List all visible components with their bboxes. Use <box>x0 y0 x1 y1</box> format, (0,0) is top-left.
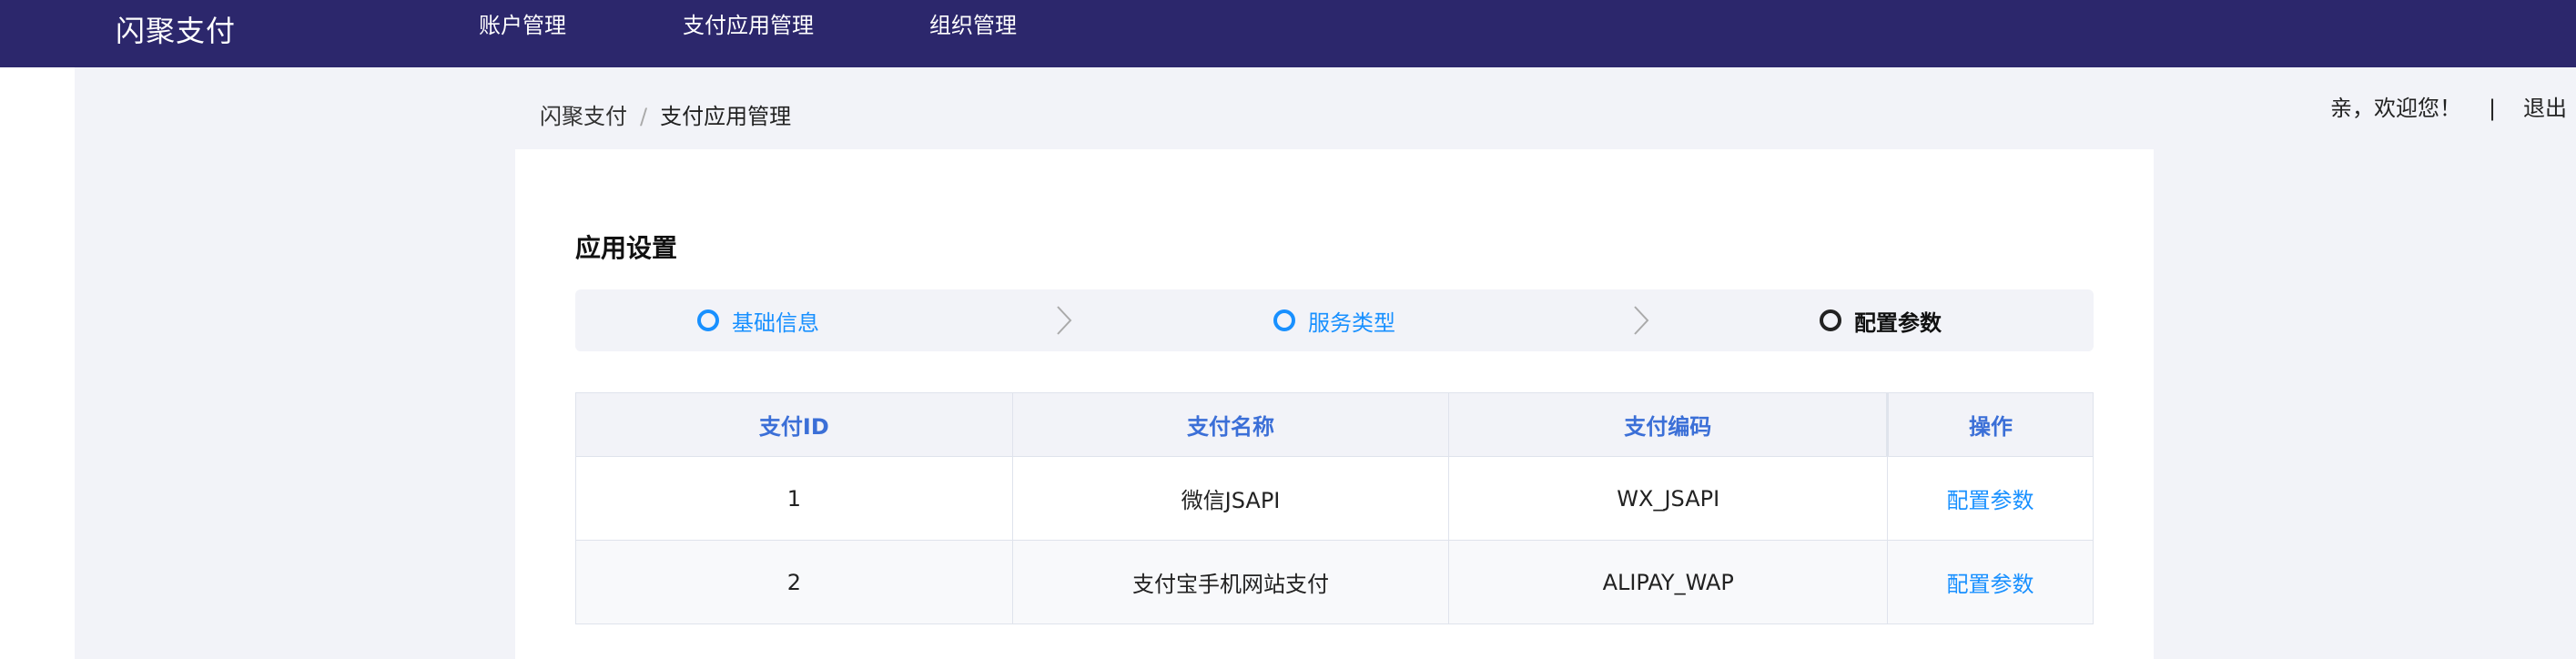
step-label: 配置参数 <box>1854 309 1942 336</box>
payment-table: 支付ID 支付名称 支付编码 操作 1 微信JSAPI WX_JSAPI 配置参… <box>575 392 2094 624</box>
nav-item-organization-management[interactable]: 组织管理 <box>929 12 1017 39</box>
table-header-row: 支付ID 支付名称 支付编码 操作 <box>575 392 2094 457</box>
step-label: 基础信息 <box>732 309 819 336</box>
cell-pay-code: ALIPAY_WAP <box>1448 540 1889 624</box>
chevron-right-icon <box>1634 306 1649 335</box>
step-basic-info[interactable]: 基础信息 <box>697 289 819 351</box>
column-header-pay-code: 支付编码 <box>1448 392 1889 457</box>
breadcrumb-separator: / <box>640 104 648 129</box>
cell-pay-id: 1 <box>575 456 1013 541</box>
breadcrumb: 闪聚支付 / 支付应用管理 <box>540 103 791 130</box>
column-header-pay-name: 支付名称 <box>1011 392 1450 457</box>
chevron-right-icon <box>1057 306 1072 335</box>
step-config-params[interactable]: 配置参数 <box>1820 289 1942 351</box>
steps-bar: 基础信息 服务类型 配置参数 <box>575 289 2094 351</box>
cell-pay-code: WX_JSAPI <box>1448 456 1889 541</box>
cell-pay-name: 微信JSAPI <box>1011 456 1450 541</box>
top-navbar: 闪聚支付 账户管理 支付应用管理 组织管理 <box>0 0 2576 67</box>
step-circle-icon <box>697 309 719 331</box>
step-circle-icon <box>1820 309 1841 331</box>
configure-params-link[interactable]: 配置参数 <box>1947 572 2034 597</box>
column-header-actions: 操作 <box>1886 392 2094 457</box>
step-label: 服务类型 <box>1308 309 1395 336</box>
breadcrumb-current: 支付应用管理 <box>660 104 792 129</box>
cell-pay-name: 支付宝手机网站支付 <box>1011 540 1450 624</box>
column-header-pay-id: 支付ID <box>575 392 1013 457</box>
nav-item-payment-app-management[interactable]: 支付应用管理 <box>683 12 814 39</box>
nav-item-account-management[interactable]: 账户管理 <box>479 12 566 39</box>
app-settings-card: 应用设置 基础信息 服务类型 配置参数 支付ID 支付名称 支付编码 操作 1 … <box>515 149 2154 659</box>
step-service-type[interactable]: 服务类型 <box>1273 289 1395 351</box>
page-title: 应用设置 <box>575 233 678 263</box>
cell-actions: 配置参数 <box>1887 456 2094 541</box>
table-row: 2 支付宝手机网站支付 ALIPAY_WAP 配置参数 <box>575 540 2094 624</box>
breadcrumb-home[interactable]: 闪聚支付 <box>540 103 627 130</box>
cell-pay-id: 2 <box>575 540 1013 624</box>
logout-link[interactable]: 退出 <box>2523 95 2567 122</box>
welcome-text: 亲，欢迎您！ <box>2330 96 2461 121</box>
user-separator: | <box>2489 96 2497 121</box>
step-circle-icon <box>1273 309 1295 331</box>
table-row: 1 微信JSAPI WX_JSAPI 配置参数 <box>575 456 2094 541</box>
brand-logo-text[interactable]: 闪聚支付 <box>116 13 236 49</box>
configure-params-link[interactable]: 配置参数 <box>1947 488 2034 513</box>
cell-actions: 配置参数 <box>1887 540 2094 624</box>
